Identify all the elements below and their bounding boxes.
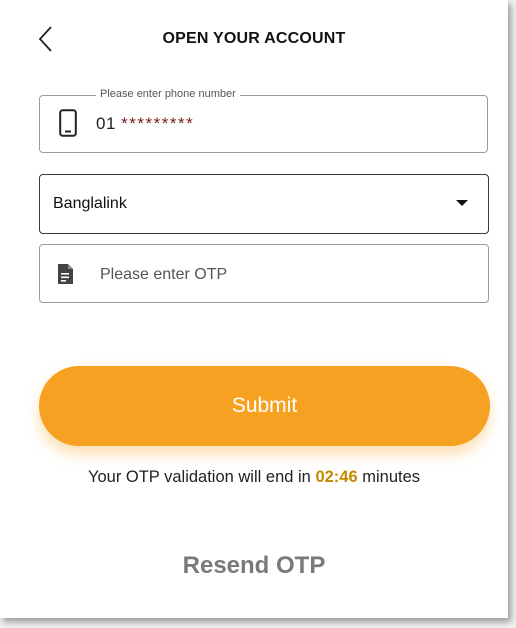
timer-prefix: Your OTP validation will end in bbox=[87, 468, 311, 486]
otp-screen: OPEN YOUR ACCOUNT Please enter phone num… bbox=[0, 0, 508, 618]
phone-number-field[interactable]: Please enter phone number 01 ********* bbox=[39, 88, 488, 153]
submit-button[interactable]: Submit bbox=[39, 366, 490, 446]
dropdown-caret-icon bbox=[456, 200, 468, 206]
otp-field[interactable] bbox=[39, 244, 489, 303]
otp-input[interactable] bbox=[98, 259, 472, 291]
operator-select[interactable]: Banglalink bbox=[39, 174, 489, 234]
phone-number-value: 01 ********* bbox=[96, 114, 194, 134]
document-icon bbox=[58, 264, 73, 284]
otp-timer-text: Your OTP validation will end in 02:46 mi… bbox=[0, 468, 508, 487]
phone-masked-digits: ********* bbox=[121, 114, 195, 133]
page-title: OPEN YOUR ACCOUNT bbox=[162, 30, 346, 47]
phone-prefix: 01 bbox=[96, 114, 116, 133]
timer-suffix: minutes bbox=[362, 468, 421, 486]
operator-selected-value: Banglalink bbox=[53, 195, 127, 212]
smartphone-icon bbox=[59, 109, 77, 137]
resend-otp-button[interactable]: Resend OTP bbox=[0, 552, 508, 580]
timer-countdown: 02:46 bbox=[315, 468, 358, 486]
phone-field-label: Please enter phone number bbox=[96, 88, 240, 100]
